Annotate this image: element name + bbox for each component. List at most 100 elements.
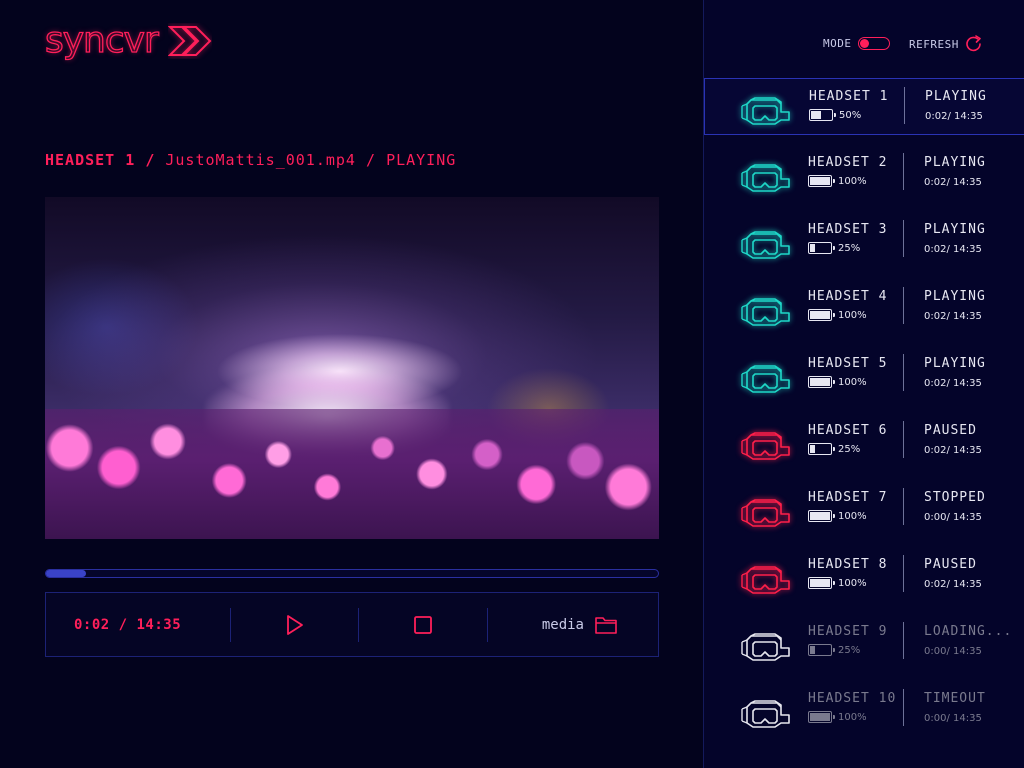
vr-headset-icon <box>741 633 790 661</box>
vr-headset-icon <box>741 298 790 326</box>
battery-percent: 25% <box>838 644 861 656</box>
battery-fill <box>810 512 830 520</box>
progress-fill <box>46 570 86 577</box>
media-button[interactable]: media <box>488 615 658 635</box>
vr-headset-icon <box>741 365 790 393</box>
headset-name: HEADSET 2 <box>808 155 888 170</box>
playback-time: 0:02 / 14:35 <box>74 616 182 633</box>
battery-icon <box>808 443 835 455</box>
battery-indicator: 100% <box>808 711 867 723</box>
battery-indicator: 100% <box>808 175 867 187</box>
crowd <box>45 409 659 539</box>
battery-percent: 25% <box>838 443 861 455</box>
headset-status: STOPPED <box>924 490 986 505</box>
divider <box>903 421 904 458</box>
folder-icon <box>595 616 617 634</box>
headset-row[interactable]: HEADSET 9 25% LOADING... 0:00/ 14:35 <box>704 614 1024 681</box>
headset-time: 0:02/ 14:35 <box>924 378 982 389</box>
battery-icon <box>808 309 835 321</box>
battery-fill <box>810 378 830 386</box>
headset-name: HEADSET 10 <box>808 691 897 706</box>
battery-fill <box>810 579 830 587</box>
battery-icon <box>808 242 835 254</box>
headset-name: HEADSET 7 <box>808 490 888 505</box>
headset-row[interactable]: HEADSET 10 100% TIMEOUT 0:00/ 14:35 <box>704 681 1024 748</box>
headset-row[interactable]: HEADSET 1 50% PLAYING 0:02/ 14:35 <box>704 78 1024 135</box>
battery-indicator: 100% <box>808 510 867 522</box>
headset-row[interactable]: HEADSET 5 100% PLAYING 0:02/ 14:35 <box>704 346 1024 413</box>
divider <box>903 622 904 659</box>
mode-toggle[interactable] <box>857 37 890 50</box>
battery-icon <box>808 644 835 656</box>
battery-indicator: 25% <box>808 644 860 656</box>
divider <box>903 689 904 726</box>
play-icon <box>286 614 303 635</box>
headset-status: PLAYING <box>924 155 986 170</box>
headset-row[interactable]: HEADSET 3 25% PLAYING 0:02/ 14:35 <box>704 212 1024 279</box>
divider <box>903 153 904 190</box>
divider <box>903 555 904 592</box>
breadcrumb-separator: / <box>366 151 377 169</box>
breadcrumb-device: HEADSET 1 <box>45 151 136 169</box>
video-preview <box>45 197 659 539</box>
headset-status: PLAYING <box>924 356 986 371</box>
vr-headset-icon <box>741 97 790 125</box>
headset-list: HEADSET 1 50% PLAYING 0:02/ 14:35 HEADSET 2 1… <box>704 78 1024 748</box>
headset-name: HEADSET 3 <box>808 222 888 237</box>
vr-headset-icon <box>741 432 790 460</box>
playback-progress-bar[interactable] <box>45 569 659 578</box>
headset-row[interactable]: HEADSET 4 100% PLAYING 0:02/ 14:35 <box>704 279 1024 346</box>
battery-fill <box>810 646 815 654</box>
battery-icon <box>808 175 835 187</box>
battery-fill <box>810 244 815 252</box>
battery-icon <box>809 109 836 121</box>
stop-button[interactable] <box>359 615 487 635</box>
battery-icon <box>808 577 835 589</box>
battery-percent: 100% <box>838 309 867 321</box>
battery-indicator: 50% <box>809 109 861 121</box>
battery-percent: 50% <box>839 109 862 121</box>
battery-indicator: 25% <box>808 242 860 254</box>
battery-percent: 100% <box>838 711 867 723</box>
headset-name: HEADSET 9 <box>808 624 888 639</box>
refresh-label: REFRESH <box>909 37 959 51</box>
headset-time: 0:02/ 14:35 <box>924 445 982 456</box>
media-label: media <box>541 616 584 633</box>
headset-row[interactable]: HEADSET 7 100% STOPPED 0:00/ 14:35 <box>704 480 1024 547</box>
panel-header: MODE REFRESH <box>704 0 1024 78</box>
headset-row[interactable]: HEADSET 6 25% PAUSED 0:02/ 14:35 <box>704 413 1024 480</box>
battery-percent: 25% <box>838 242 861 254</box>
headset-name: HEADSET 4 <box>808 289 888 304</box>
logo-text: syncvr <box>44 19 159 61</box>
divider <box>904 87 905 124</box>
breadcrumb-file: JustoMattis_001.mp4 <box>165 151 356 169</box>
divider <box>903 220 904 257</box>
mode-label: MODE <box>823 37 852 50</box>
battery-indicator: 25% <box>808 443 860 455</box>
headset-name: HEADSET 1 <box>809 89 889 104</box>
headset-row[interactable]: HEADSET 8 100% PAUSED 0:02/ 14:35 <box>704 547 1024 614</box>
play-button[interactable] <box>231 614 358 636</box>
divider <box>903 354 904 391</box>
toggle-knob <box>859 38 869 48</box>
battery-fill <box>810 713 830 721</box>
vr-headset-icon <box>741 566 790 594</box>
battery-percent: 100% <box>838 577 867 589</box>
breadcrumb-separator: / <box>145 151 156 169</box>
headset-row[interactable]: HEADSET 2 100% PLAYING 0:02/ 14:35 <box>704 145 1024 212</box>
refresh-button[interactable]: REFRESH <box>909 35 984 53</box>
headset-panel: MODE REFRESH HEADSET 1 50% PLAYING 0:02/ 14… <box>703 0 1024 768</box>
headset-status: PAUSED <box>924 423 977 438</box>
mode-control: MODE <box>823 37 890 50</box>
playback-controls: 0:02 / 14:35 media <box>45 592 659 657</box>
stop-icon <box>414 615 432 634</box>
battery-fill <box>810 311 830 319</box>
battery-fill <box>810 445 815 453</box>
battery-fill <box>811 111 821 119</box>
battery-percent: 100% <box>838 376 867 388</box>
breadcrumb-state: PLAYING <box>386 151 457 169</box>
headset-status: TIMEOUT <box>924 691 986 706</box>
battery-indicator: 100% <box>808 376 867 388</box>
headset-status: LOADING... <box>924 624 1013 639</box>
double-chevron-icon <box>167 25 212 56</box>
